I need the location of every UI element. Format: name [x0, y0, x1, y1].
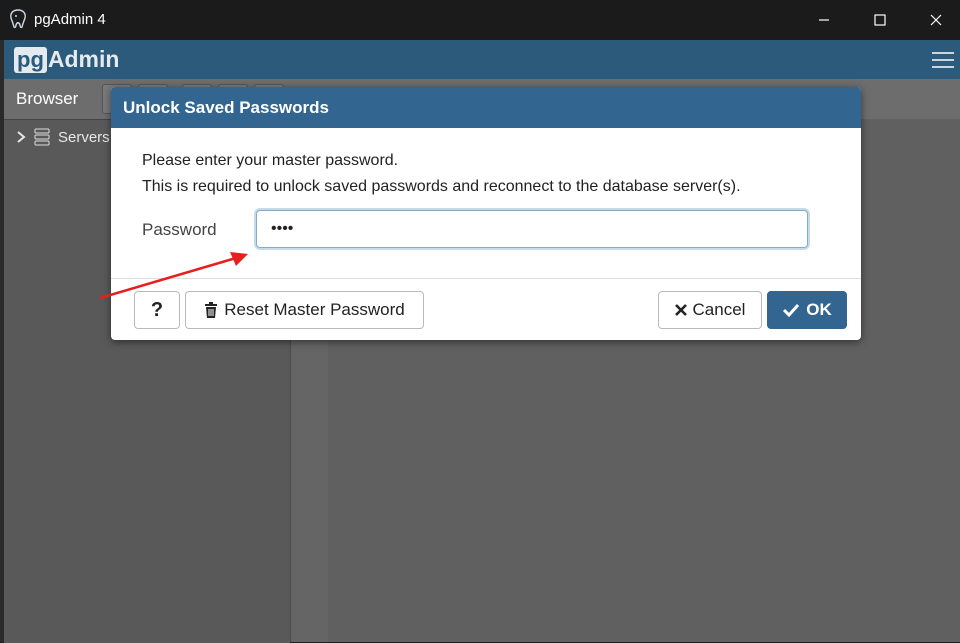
close-icon[interactable]	[908, 0, 960, 40]
pgadmin-logo: pg Admin	[14, 45, 119, 74]
servers-icon	[34, 128, 50, 146]
window-titlebar: pgAdmin 4	[0, 0, 960, 40]
password-label: Password	[142, 220, 217, 239]
reset-button-label: Reset Master Password	[224, 300, 405, 319]
app-elephant-icon	[9, 9, 27, 29]
logo-admin-text: Admin	[47, 46, 120, 72]
dialog-title: Unlock Saved Passwords	[111, 87, 861, 128]
trash-icon	[204, 302, 218, 318]
dialog-message-line2: This is required to unlock saved passwor…	[142, 178, 741, 195]
cancel-button-label: Cancel	[692, 300, 746, 319]
tree-item-servers[interactable]: Servers	[16, 128, 110, 146]
dialog-message-line1: Please enter your master password.	[142, 152, 399, 169]
logo-pg-text: pg	[14, 46, 47, 73]
check-icon	[782, 303, 800, 317]
browser-label: Browser	[16, 89, 79, 108]
maximize-icon[interactable]	[852, 0, 908, 40]
cancel-button[interactable]: Cancel	[658, 291, 762, 329]
password-input[interactable]	[256, 210, 808, 248]
ok-button[interactable]: OK	[767, 291, 847, 329]
ok-button-label: OK	[806, 300, 832, 319]
x-icon	[674, 304, 687, 316]
hamburger-menu-icon[interactable]	[932, 52, 954, 73]
window-title: pgAdmin 4	[34, 11, 106, 28]
chevron-right-icon[interactable]	[16, 131, 26, 143]
app-header: pg Admin	[4, 40, 960, 79]
minimize-icon[interactable]	[796, 0, 852, 40]
tree-item-label: Servers	[58, 128, 110, 146]
annotation-arrow	[99, 252, 248, 300]
